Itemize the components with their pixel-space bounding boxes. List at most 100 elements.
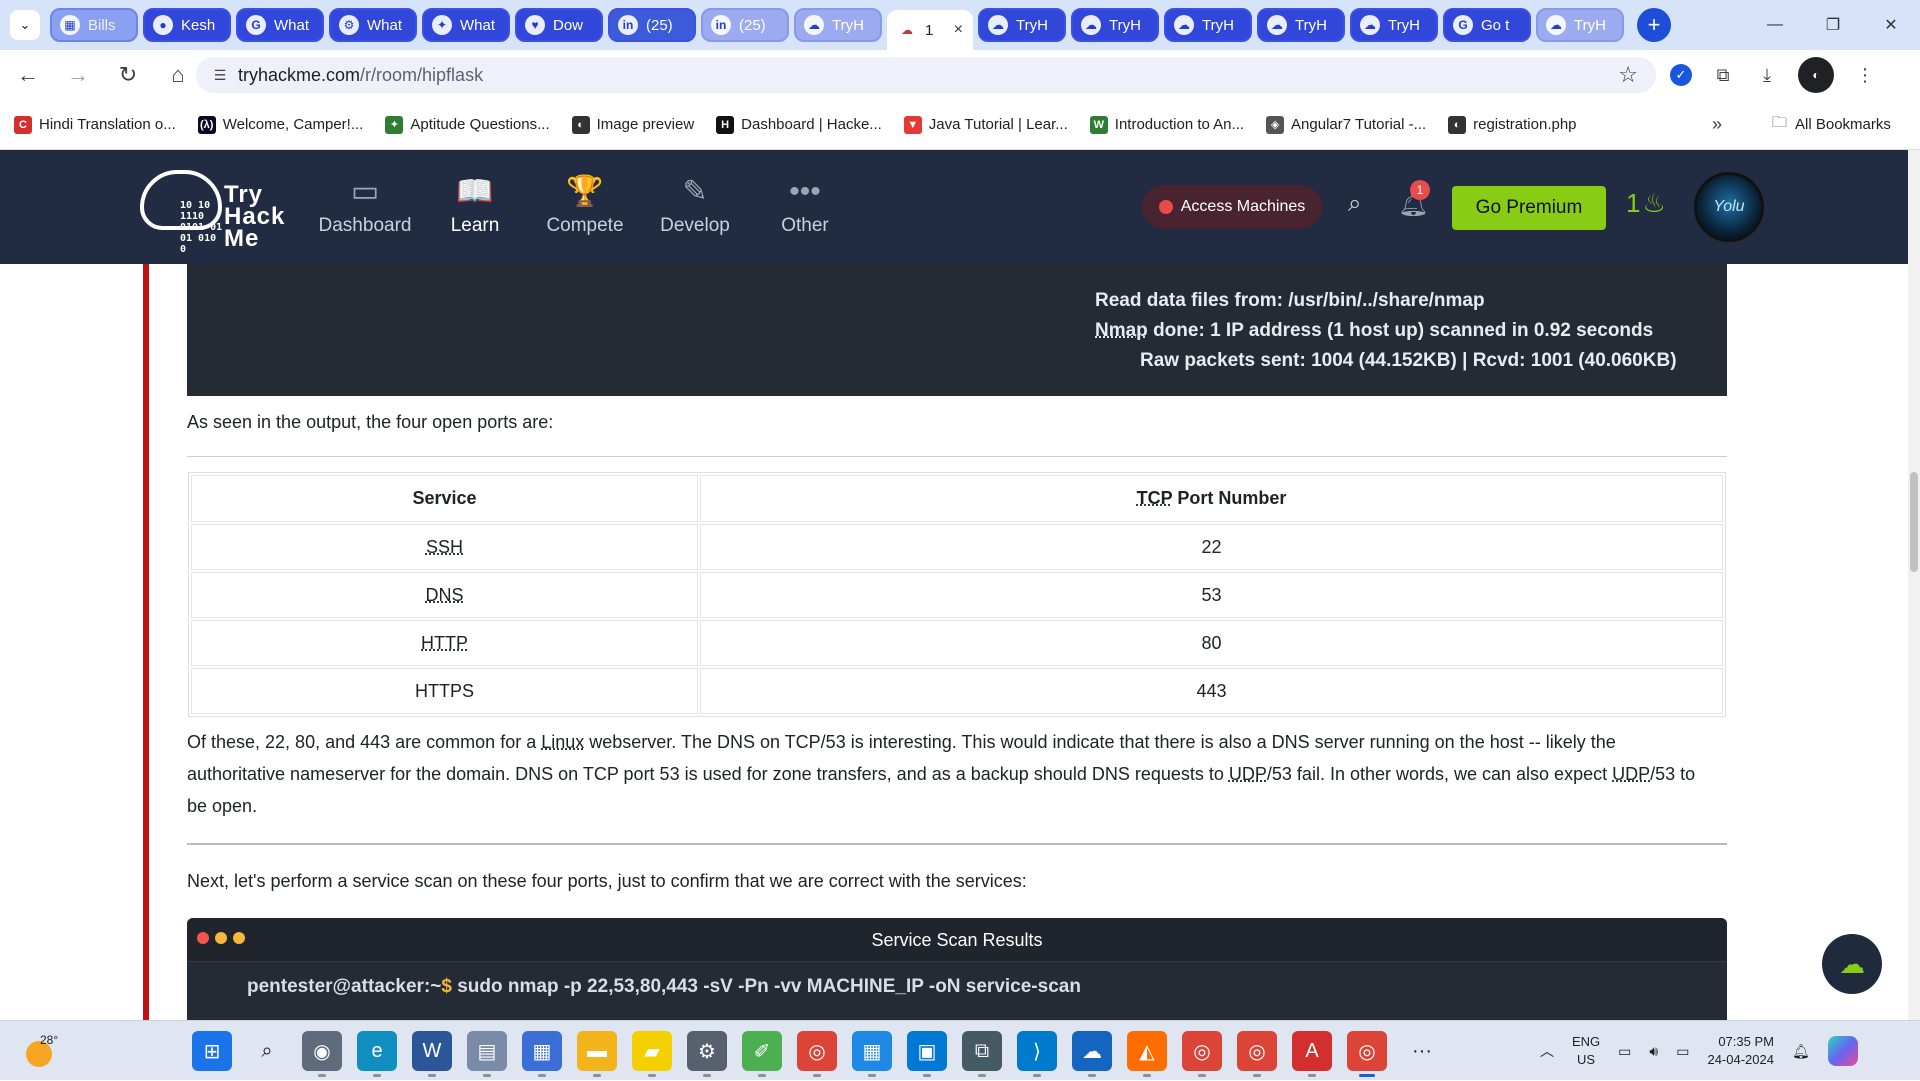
folder-icon[interactable]: ▬ xyxy=(577,1031,617,1077)
nav-dashboard[interactable]: ▭ Dashboard xyxy=(310,150,420,264)
more-apps-icon[interactable]: ··· xyxy=(1402,1031,1442,1071)
notifications-bell-icon[interactable]: 🔔︎ 1 xyxy=(1398,180,1430,219)
browser-tab[interactable]: ✦ What xyxy=(422,8,510,42)
back-icon[interactable]: ← xyxy=(6,55,50,95)
bookmark-item[interactable]: W Introduction to An... xyxy=(1089,115,1244,134)
browser-tab[interactable]: in (25) xyxy=(701,8,789,42)
copilot-icon[interactable] xyxy=(1827,1036,1858,1066)
browser-menu-icon[interactable]: ⋮ xyxy=(1852,62,1878,88)
extensions-puzzle-icon[interactable]: ⧉ xyxy=(1710,62,1736,88)
chrome-profile-icon[interactable]: ◎ xyxy=(1182,1031,1222,1077)
browser-tab[interactable]: ● Kesh xyxy=(143,8,231,42)
profile-avatar-icon[interactable]: ◐ xyxy=(1798,57,1834,93)
browser-tab[interactable]: ⚙ What xyxy=(329,8,417,42)
browser-tab[interactable]: ☁ TryH xyxy=(1536,8,1624,42)
home-icon[interactable]: ⌂ xyxy=(156,55,200,95)
bookmark-item[interactable]: ✦ Aptitude Questions... xyxy=(385,115,550,134)
streak-counter[interactable]: 1 ♨ xyxy=(1626,188,1666,219)
edge-icon[interactable]: e xyxy=(357,1031,397,1077)
table-row: HTTPS 443 xyxy=(191,668,1723,714)
chrome-active-icon[interactable]: ◎ xyxy=(1347,1031,1387,1077)
volume-icon[interactable]: 🔊︎ xyxy=(1649,1043,1658,1060)
chrome-profile2-icon[interactable]: ◎ xyxy=(1237,1031,1277,1077)
forward-icon[interactable]: → xyxy=(56,55,100,95)
all-bookmarks-button[interactable]: 🗀 All Bookmarks xyxy=(1772,112,1891,137)
chevron-up-icon[interactable]: ︿ xyxy=(1540,1041,1554,1061)
site-info-icon[interactable]: ☰ xyxy=(202,67,238,84)
bookmarks-overflow-button[interactable]: » xyxy=(1712,114,1722,135)
browser-tab[interactable]: ☁ TryH xyxy=(1071,8,1159,42)
nav-develop[interactable]: ✎ Develop xyxy=(640,150,750,264)
calendar-icon[interactable]: ▦ xyxy=(852,1031,892,1077)
scrollbar-thumb[interactable] xyxy=(1910,472,1918,572)
browser-tab[interactable]: ☁ TryH xyxy=(1164,8,1252,42)
browser-tab[interactable]: ☁ TryH xyxy=(1350,8,1438,42)
store-icon[interactable]: ▦ xyxy=(522,1031,562,1077)
user-avatar[interactable]: Yolu xyxy=(1694,172,1764,242)
access-machines-button[interactable]: Access Machines xyxy=(1142,185,1322,229)
browser-tab[interactable]: in (25) xyxy=(608,8,696,42)
browser-tab[interactable]: ☁ TryH xyxy=(794,8,882,42)
reload-icon[interactable]: ↻ xyxy=(106,55,150,95)
paint-icon[interactable]: ✐ xyxy=(742,1031,782,1077)
new-tab-button[interactable]: + xyxy=(1637,8,1671,42)
display-icon[interactable]: ▭ xyxy=(1618,1043,1631,1060)
cloud-icon[interactable]: ☁ xyxy=(1072,1031,1112,1077)
settings-icon[interactable]: ⚙ xyxy=(687,1031,727,1077)
bookmark-item[interactable]: ◐ registration.php xyxy=(1448,115,1577,134)
browser-tab[interactable]: G What xyxy=(236,8,324,42)
clock[interactable]: 07:35 PM 24-04-2024 xyxy=(1707,1033,1774,1069)
network-tool-icon[interactable]: ⧉ xyxy=(962,1031,1002,1077)
url-text[interactable]: tryhackme.com/r/room/hipflask xyxy=(238,65,483,86)
nav-other[interactable]: ••• Other xyxy=(750,150,860,264)
bookmark-label: Image preview xyxy=(596,116,695,133)
browser-tab[interactable]: ☁ TryH xyxy=(978,8,1066,42)
bookmark-item[interactable]: ▼ Java Tutorial | Lear... xyxy=(903,115,1068,134)
terminal-titlebar: Service Scan Results xyxy=(187,918,1727,962)
close-window-icon[interactable]: ✕ xyxy=(1862,0,1920,50)
pdf-icon[interactable]: A xyxy=(1292,1031,1332,1077)
battery-icon[interactable]: ▭ xyxy=(1676,1043,1689,1060)
nmap-output-terminal: Read data files from: /usr/bin/../share/… xyxy=(187,264,1727,396)
minimize-icon[interactable]: — xyxy=(1746,0,1804,50)
search-icon[interactable]: ⌕ xyxy=(1348,190,1361,218)
bookmark-item[interactable]: ◐ Image preview xyxy=(571,115,695,134)
chrome-icon[interactable]: ◎ xyxy=(797,1031,837,1077)
extension-check-icon[interactable]: ✓ xyxy=(1670,64,1692,86)
page-scrollbar[interactable] xyxy=(1908,150,1920,1020)
browser-tab[interactable]: G Go t xyxy=(1443,8,1531,42)
notification-icon[interactable]: 🔔︎ xyxy=(1792,1043,1810,1060)
remote-desktop-icon[interactable]: ▣ xyxy=(907,1031,947,1077)
sticky-notes-icon[interactable]: ▰ xyxy=(632,1031,672,1077)
browser-tab[interactable]: ☁ 1 × xyxy=(887,10,973,50)
browser-tab[interactable]: ▦ Bills xyxy=(50,8,138,42)
word-icon[interactable]: W xyxy=(412,1031,452,1077)
go-premium-button[interactable]: Go Premium xyxy=(1452,186,1606,230)
tab-search-button[interactable]: ⌄ xyxy=(10,10,40,40)
camera-icon[interactable]: ◉ xyxy=(302,1031,342,1077)
search-icon[interactable]: ⌕ xyxy=(247,1031,287,1071)
vscode-icon[interactable]: ⟩ xyxy=(1017,1031,1057,1077)
bookmark-item[interactable]: ◈ Angular7 Tutorial -... xyxy=(1266,115,1426,134)
address-bar[interactable]: ☰ tryhackme.com/r/room/hipflask ☆ xyxy=(196,57,1656,93)
chat-assistant-button[interactable]: ☁ xyxy=(1822,934,1882,994)
browser-tab[interactable]: ☁ TryH xyxy=(1257,8,1345,42)
streak-count: 1 xyxy=(1626,188,1641,218)
language-indicator[interactable]: ENG US xyxy=(1572,1033,1600,1069)
close-tab-icon[interactable]: × xyxy=(954,21,963,39)
start-icon[interactable]: ⊞ xyxy=(192,1031,232,1071)
bookmark-star-icon[interactable]: ☆ xyxy=(1618,62,1638,88)
weather-widget[interactable]: 28° xyxy=(22,1031,62,1071)
notepad-icon[interactable]: ▤ xyxy=(467,1031,507,1077)
browser-tab[interactable]: ♥ Dow xyxy=(515,8,603,42)
download-icon[interactable]: ⤓ xyxy=(1754,62,1780,88)
restore-icon[interactable]: ❐ xyxy=(1804,0,1862,50)
nav-learn[interactable]: 📖 Learn xyxy=(420,150,530,264)
bookmark-item[interactable]: H Dashboard | Hacke... xyxy=(716,115,882,134)
bookmark-item[interactable]: (λ) Welcome, Camper!... xyxy=(197,115,363,134)
app-icon[interactable]: ◭ xyxy=(1127,1031,1167,1077)
bookmark-item[interactable]: C Hindi Translation o... xyxy=(14,115,176,134)
nav-compete[interactable]: 🏆 Compete xyxy=(530,150,640,264)
tryhackme-logo[interactable]: 10 10 1110 0101 01 01 010 0 Try Hack Me xyxy=(140,162,290,255)
terminal-line: Raw packets sent: 1004 (44.152KB) | Rcvd… xyxy=(1140,350,1677,371)
